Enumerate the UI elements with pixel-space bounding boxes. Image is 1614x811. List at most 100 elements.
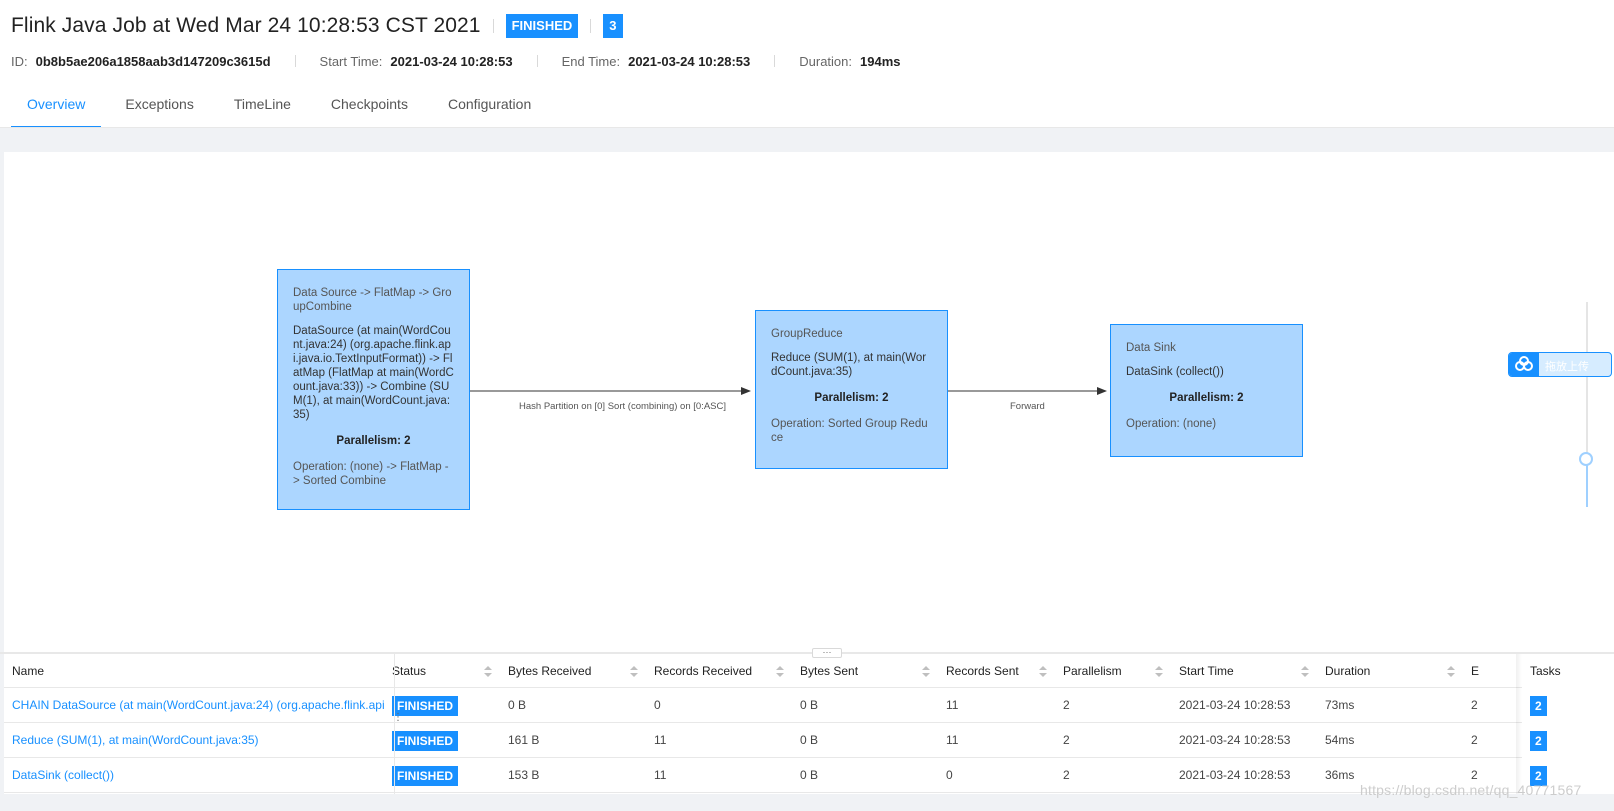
col-header-start-time[interactable]: Start Time	[1171, 654, 1317, 689]
node-description: DataSink (collect())	[1126, 366, 1224, 378]
records-received-cell: 11	[654, 768, 667, 782]
bytes-received-cell: 153 B	[508, 768, 540, 782]
col-header-tasks[interactable]: Tasks	[1522, 654, 1614, 689]
node-operation: Operation: (none)	[1126, 418, 1217, 430]
tab-checkpoints[interactable]: Checkpoints	[315, 88, 424, 128]
tab-exceptions[interactable]: Exceptions	[109, 88, 209, 128]
title-divider	[590, 19, 592, 33]
col-header-status-label: Status	[392, 664, 427, 678]
start-time-label: Start Time:	[319, 53, 383, 69]
node-parallelism: Parallelism: 2	[1169, 392, 1244, 404]
col-header-records-received[interactable]: Records Received	[646, 654, 792, 689]
col-header-records-sent-label: Records Sent	[946, 664, 1019, 678]
col-header-duration[interactable]: Duration	[1317, 654, 1463, 689]
col-header-duration-label: Duration	[1325, 664, 1371, 678]
end-time-value: 2021-03-24 10:28:53	[628, 53, 751, 69]
col-header-status[interactable]: Status	[384, 654, 500, 689]
parallelism-cell: 2	[1063, 768, 1070, 782]
end-time-cell: 2	[1471, 698, 1478, 712]
zoom-slider-handle[interactable]	[1579, 452, 1593, 466]
col-header-bytes-received[interactable]: Bytes Received	[500, 654, 646, 689]
node-parallelism: Parallelism: 2	[814, 392, 889, 404]
duration-label: Duration:	[799, 53, 852, 69]
parallelism-cell: 2	[1063, 733, 1070, 747]
watermark: https://blog.csdn.net/qq_40771567	[1360, 782, 1582, 798]
node-operation: Operation: Sorted Group Reduce	[771, 418, 928, 444]
col-header-end-time[interactable]: E	[1463, 654, 1518, 689]
table-row[interactable]: Reduce (SUM(1), at main(WordCount.java:3…	[4, 723, 1614, 758]
title-divider	[492, 19, 494, 33]
end-time-cell: 2	[1471, 733, 1478, 747]
job-title: Flink Java Job at Wed Mar 24 10:28:53 CS…	[11, 14, 481, 37]
col-header-name[interactable]: Name	[4, 654, 384, 689]
job-title-row: Flink Java Job at Wed Mar 24 10:28:53 CS…	[11, 12, 623, 40]
sort-icon[interactable]	[1447, 666, 1455, 678]
col-header-parallelism-label: Parallelism	[1063, 664, 1122, 678]
node-title: Data Sink	[1126, 342, 1176, 354]
records-sent-cell: 0	[946, 768, 953, 782]
col-header-bytes-received-label: Bytes Received	[508, 664, 592, 678]
duration-cell: 73ms	[1325, 698, 1355, 712]
job-id-label: ID:	[11, 53, 28, 69]
job-tabs: Overview Exceptions TimeLine Checkpoints…	[11, 88, 555, 128]
records-sent-cell: 11	[946, 698, 959, 712]
job-graph-canvas[interactable]: Hash Partition on [0] Sort (combining) o…	[4, 152, 1614, 653]
graph-node-group-reduce[interactable]: GroupReduce Reduce (SUM(1), at main(Word…	[755, 310, 948, 469]
upload-widget-label: 拖放上传	[1545, 361, 1589, 373]
sort-icon[interactable]	[1301, 666, 1309, 678]
name-column-divider	[394, 654, 395, 794]
tasks-badge: 2	[1530, 695, 1547, 716]
tab-timeline[interactable]: TimeLine	[218, 88, 307, 128]
job-status-badge: FINISHED	[505, 14, 579, 38]
upload-widget[interactable]: 拖放上传	[1508, 352, 1612, 377]
graph-node-data-source[interactable]: Data Source -> FlatMap -> GroupCombine D…	[277, 269, 470, 510]
bytes-received-cell: 161 B	[508, 733, 540, 747]
tab-overview[interactable]: Overview	[11, 88, 102, 128]
col-header-records-received-label: Records Received	[654, 664, 753, 678]
vertex-name-link[interactable]: CHAIN DataSource (at main(WordCount.java…	[12, 698, 384, 712]
start-time-cell: 2021-03-24 10:28:53	[1179, 768, 1291, 782]
vertex-name-link[interactable]: Reduce (SUM(1), at main(WordCount.java:3…	[12, 733, 259, 747]
bytes-sent-cell: 0 B	[800, 733, 819, 747]
table-row[interactable]: CHAIN DataSource (at main(WordCount.java…	[4, 688, 1614, 723]
records-received-cell: 0	[654, 698, 661, 712]
col-header-bytes-sent[interactable]: Bytes Sent	[792, 654, 938, 689]
edge-label-forward: Forward	[1010, 401, 1045, 412]
sort-icon[interactable]	[484, 666, 492, 678]
bytes-sent-cell: 0 B	[800, 768, 819, 782]
sort-icon[interactable]	[1155, 666, 1163, 678]
tab-configuration[interactable]: Configuration	[432, 88, 547, 128]
duration-value: 194ms	[860, 53, 901, 69]
node-title: Data Source -> FlatMap -> GroupCombine	[293, 287, 452, 313]
fixed-column-shadow	[1516, 654, 1522, 794]
sort-icon[interactable]	[776, 666, 784, 678]
content-gap	[0, 128, 1614, 152]
job-task-count-badge: 3	[603, 14, 623, 38]
col-header-records-sent[interactable]: Records Sent	[938, 654, 1055, 689]
column-resize-handle[interactable]: ⋮	[393, 713, 403, 723]
start-time-value: 2021-03-24 10:28:53	[390, 53, 513, 69]
meta-divider	[774, 55, 776, 67]
col-header-bytes-sent-label: Bytes Sent	[800, 664, 859, 678]
sort-icon[interactable]	[630, 666, 638, 678]
table-header-row: Name Status Bytes Received Records Recei…	[4, 654, 1614, 689]
node-description: DataSource (at main(WordCount.java:24) (…	[293, 325, 454, 421]
end-time-label: End Time:	[561, 53, 621, 69]
zoom-slider-fill	[1586, 462, 1588, 507]
vertex-status-badge: FINISHED	[392, 765, 459, 786]
start-time-cell: 2021-03-24 10:28:53	[1179, 698, 1291, 712]
job-meta-row: ID: 0b8b5ae206a1858aab3d147209c3615d Sta…	[11, 52, 900, 70]
col-header-parallelism[interactable]: Parallelism	[1055, 654, 1171, 689]
graph-node-data-sink[interactable]: Data Sink DataSink (collect()) Paralleli…	[1110, 324, 1303, 457]
vertex-name-link[interactable]: DataSink (collect())	[12, 768, 114, 782]
col-header-start-time-label: Start Time	[1179, 664, 1234, 678]
sort-icon[interactable]	[922, 666, 930, 678]
sort-icon[interactable]	[1039, 666, 1047, 678]
node-operation: Operation: (none) -> FlatMap -> Sorted C…	[293, 461, 449, 487]
duration-cell: 54ms	[1325, 733, 1355, 747]
start-time-cell: 2021-03-24 10:28:53	[1179, 733, 1291, 747]
bytes-received-cell: 0 B	[508, 698, 527, 712]
records-sent-cell: 11	[946, 733, 959, 747]
cloud-icon	[1509, 353, 1539, 376]
vertex-status-badge: FINISHED	[392, 730, 459, 751]
